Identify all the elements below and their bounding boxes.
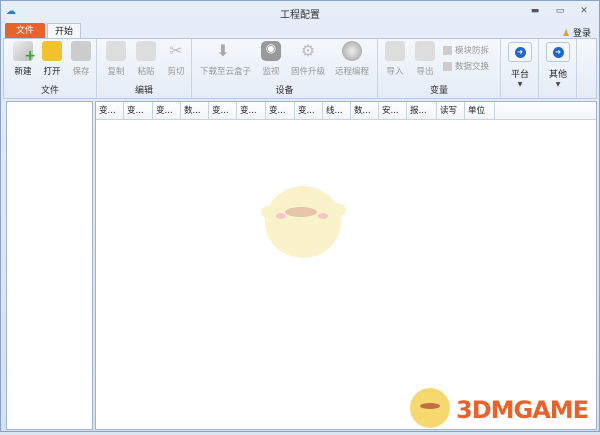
column-header[interactable]: 读写 — [437, 102, 465, 120]
eye-icon: ◉ — [261, 41, 281, 61]
column-header[interactable]: 变... — [237, 102, 266, 120]
title-bar: ☁ 工程配置 ▬ ▭ ✕ — [1, 1, 599, 23]
group-file: + 新建 打开 保存 文件 — [4, 39, 97, 98]
column-header[interactable]: 变... — [266, 102, 295, 120]
save-button[interactable]: 保存 — [68, 41, 94, 77]
chevron-down-icon: ▼ — [555, 81, 561, 88]
group-edit: 复制 粘贴 ✂ 剪切 编辑 — [97, 39, 192, 98]
minimize-button[interactable]: ▬ — [528, 6, 542, 16]
download-icon: ⬇ — [216, 41, 230, 60]
exchange-icon — [443, 62, 452, 71]
cut-button[interactable]: ✂ 剪切 — [163, 41, 189, 77]
tab-file[interactable]: 文件 — [5, 23, 45, 39]
group-device: ⬇ 下载至云盒子 ◉ 监视 ⚙ 固件升级 远程编程 设备 — [192, 39, 378, 98]
remote-button[interactable]: 远程编程 — [335, 41, 369, 77]
column-header[interactable]: 变... — [96, 102, 124, 120]
new-file-icon: + — [13, 41, 36, 64]
column-header[interactable]: 线... — [323, 102, 351, 120]
other-icon: ➜ — [546, 42, 570, 62]
paste-icon — [136, 41, 156, 61]
column-header[interactable]: 变... — [209, 102, 237, 120]
firmware-label: 固件升级 — [290, 67, 325, 77]
download-button[interactable]: ⬇ 下载至云盒子 — [200, 41, 251, 77]
module-button[interactable]: 模块防拆 — [443, 44, 489, 56]
table-header: 变... 变... 变... 数... 变... 变... 变... 变... 线... 数...… — [96, 102, 596, 120]
other-label: 其他 — [548, 70, 567, 80]
gear-icon: ⚙ — [300, 41, 316, 60]
column-header[interactable]: 数... — [181, 102, 209, 120]
column-header[interactable]: 报... — [407, 102, 437, 120]
globe-icon — [342, 41, 362, 61]
column-header[interactable]: 单位 — [465, 102, 495, 120]
group-device-label: 设备 — [275, 86, 294, 96]
open-folder-icon — [42, 41, 62, 61]
mascot-watermark — [261, 186, 346, 258]
maximize-button[interactable]: ▭ — [553, 6, 567, 16]
column-header[interactable]: 变... — [295, 102, 323, 120]
window-title: 工程配置 — [280, 10, 320, 21]
monitor-button[interactable]: ◉ 监视 — [258, 41, 284, 77]
group-edit-label: 编辑 — [134, 86, 153, 96]
save-disk-icon — [71, 41, 91, 61]
platform-icon: ➜ — [508, 42, 532, 62]
download-label: 下载至云盒子 — [200, 67, 252, 77]
tab-start[interactable]: 开始 — [47, 23, 81, 39]
app-window: ☁ 工程配置 ▬ ▭ ✕ 文件 开始 ♟ 登录 + 新建 打开 保存 文件 复制 … — [0, 0, 600, 432]
firmware-button[interactable]: ⚙ 固件升级 — [291, 41, 325, 77]
platform-dropdown[interactable]: ➜ 平台 ▼ — [501, 39, 539, 98]
ribbon: + 新建 打开 保存 文件 复制 粘贴 ✂ 剪切 编辑 ⬇ 下载至云盒子 ◉ 监视 ⚙ 固… — [3, 38, 597, 99]
group-variable-label: 变量 — [429, 86, 448, 96]
platform-label: 平台 — [510, 70, 529, 80]
group-variable: 导入 导出 模块防拆 数据交换 变量 — [378, 39, 501, 98]
other-dropdown[interactable]: ➜ 其他 ▼ — [539, 39, 577, 98]
module-label: 模块防拆 — [455, 46, 490, 56]
copy-icon — [106, 41, 126, 61]
column-header[interactable]: 变... — [124, 102, 153, 120]
chevron-down-icon: ▼ — [517, 81, 523, 88]
export-button[interactable]: 导出 — [412, 41, 438, 77]
column-header[interactable]: 数... — [351, 102, 379, 120]
exchange-button[interactable]: 数据交换 — [443, 60, 489, 72]
scissors-icon: ✂ — [169, 41, 183, 60]
column-header[interactable]: 变... — [153, 102, 181, 120]
column-header[interactable]: 安... — [379, 102, 407, 120]
variable-table[interactable]: 变... 变... 变... 数... 变... 变... 变... 变... 线... 数...… — [95, 101, 597, 430]
remote-label: 远程编程 — [334, 67, 369, 77]
module-icon — [443, 46, 452, 55]
project-tree-panel[interactable] — [6, 101, 93, 430]
export-label: 导出 — [416, 67, 434, 77]
close-button[interactable]: ✕ — [577, 6, 591, 16]
group-file-label: 文件 — [40, 86, 59, 96]
export-icon — [415, 41, 435, 61]
3dmgame-logo: 3DMGAME — [406, 382, 600, 432]
exchange-label: 数据交换 — [455, 62, 490, 72]
import-icon — [385, 41, 405, 61]
